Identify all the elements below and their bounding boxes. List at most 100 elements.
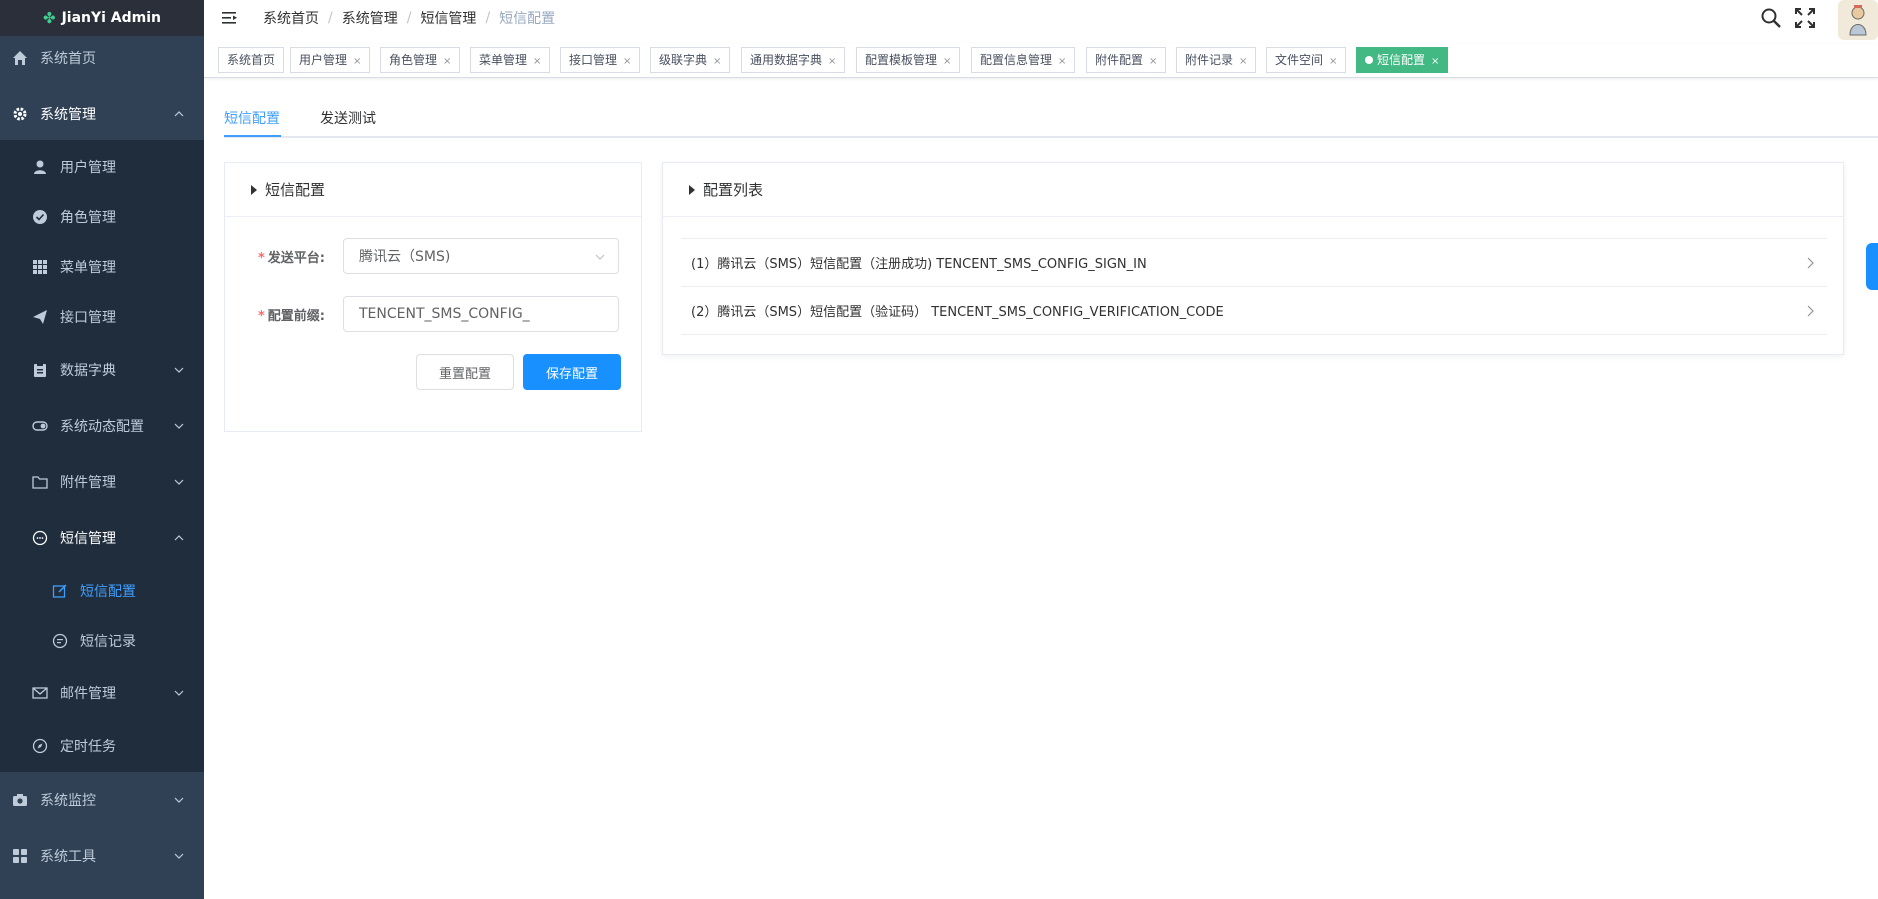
tag-label: 附件记录	[1185, 53, 1234, 67]
tag-config-templates[interactable]: 配置模板管理 ×	[856, 47, 961, 73]
sidebar-item-label: 系统工具	[40, 849, 96, 865]
card-header: 配置列表	[663, 163, 1843, 217]
breadcrumb-item[interactable]: 短信管理	[420, 8, 476, 28]
list-item[interactable]: (2）腾讯云（SMS）短信配置（验证码） TENCENT_SMS_CONFIG_…	[681, 286, 1827, 334]
chevron-down-icon	[174, 690, 184, 696]
toggle-icon	[32, 418, 48, 434]
sidebar-item-system[interactable]: 系统管理	[0, 86, 204, 142]
sidebar-item-label: 邮件管理	[60, 686, 116, 702]
reset-config-button[interactable]: 重置配置	[416, 354, 514, 390]
chevron-down-icon	[174, 479, 184, 485]
tab-send-test[interactable]: 发送测试	[320, 108, 376, 128]
settings-drawer-handle[interactable]	[1866, 243, 1878, 290]
tag-home[interactable]: 系统首页	[218, 47, 285, 73]
folder-icon	[32, 474, 48, 490]
navbar: 系统首页 / 系统管理 / 短信管理 / 短信配置	[204, 0, 1878, 40]
breadcrumb-item[interactable]: 系统管理	[342, 8, 398, 28]
chevron-down-icon	[174, 423, 184, 429]
sidebar-item-roles[interactable]: 角色管理	[0, 192, 204, 242]
sidebar-item-scheduled-tasks[interactable]: 定时任务	[0, 720, 204, 772]
tag-sms-config[interactable]: 短信配置 ×	[1356, 47, 1449, 73]
hamburger-icon[interactable]	[221, 9, 239, 27]
close-icon[interactable]: ×	[353, 56, 361, 67]
sidebar-item-monitoring[interactable]: 系统监控	[0, 772, 204, 828]
compass-icon	[32, 738, 48, 754]
close-icon[interactable]: ×	[623, 56, 631, 67]
avatar[interactable]	[1838, 0, 1878, 40]
sidebar-item-label: 系统管理	[40, 107, 96, 123]
tab-sms-config[interactable]: 短信配置	[224, 108, 280, 128]
platform-select[interactable]: 腾讯云（SMS)	[343, 238, 619, 274]
clover-icon: ✤	[42, 9, 56, 27]
sidebar-item-mail[interactable]: 邮件管理	[0, 666, 204, 720]
user-icon	[32, 159, 48, 175]
tag-label: 用户管理	[299, 53, 348, 67]
tag-attachment-config[interactable]: 附件配置 ×	[1086, 47, 1167, 73]
sidebar-item-tools[interactable]: 系统工具	[0, 828, 204, 884]
tag-apis[interactable]: 接口管理 ×	[560, 47, 641, 73]
sidebar-item-menus[interactable]: 菜单管理	[0, 242, 204, 292]
close-icon[interactable]: ×	[1239, 56, 1247, 67]
tag-label: 短信配置	[1377, 53, 1426, 67]
breadcrumb: 系统首页 / 系统管理 / 短信管理 / 短信配置	[263, 8, 555, 28]
tag-config-info[interactable]: 配置信息管理 ×	[971, 47, 1076, 73]
sidebar-item-dictionary[interactable]: 数据字典	[0, 342, 204, 398]
sidebar-item-sms[interactable]: 短信管理	[0, 510, 204, 566]
sidebar-item-sms-records[interactable]: 短信记录	[0, 616, 204, 666]
list-item[interactable]: (1）腾讯云（SMS）短信配置（注册成功) TENCENT_SMS_CONFIG…	[681, 238, 1827, 286]
caret-right-icon	[689, 184, 695, 195]
sidebar-item-label: 短信管理	[60, 531, 116, 547]
close-icon[interactable]: ×	[1058, 56, 1066, 67]
sidebar-item-label: 系统首页	[40, 51, 96, 67]
fullscreen-icon[interactable]	[1794, 7, 1816, 29]
close-icon[interactable]: ×	[1329, 56, 1337, 67]
chevron-right-icon	[1807, 257, 1814, 269]
tag-file-space[interactable]: 文件空间 ×	[1266, 47, 1347, 73]
sidebar-item-label: 接口管理	[60, 310, 116, 326]
tag-general-dict[interactable]: 通用数据字典 ×	[741, 47, 846, 73]
form-item-prefix: * 配置前缀: TENCENT_SMS_CONFIG_	[225, 296, 619, 332]
avatar-image	[1849, 5, 1867, 36]
tag-label: 文件空间	[1275, 53, 1324, 67]
sidebar-item-home[interactable]: 系统首页	[0, 30, 204, 86]
prefix-input[interactable]: TENCENT_SMS_CONFIG_	[343, 296, 619, 332]
list-item-text: (2）腾讯云（SMS）短信配置（验证码） TENCENT_SMS_CONFIG_…	[691, 305, 1224, 320]
breadcrumb-item[interactable]: 系统首页	[263, 8, 319, 28]
close-icon[interactable]: ×	[443, 56, 451, 67]
sidebar-item-attachments[interactable]: 附件管理	[0, 454, 204, 510]
breadcrumb-current: 短信配置	[499, 11, 556, 27]
edit-icon	[52, 583, 68, 599]
tag-attachment-records[interactable]: 附件记录 ×	[1176, 47, 1257, 73]
sms-config-card: 短信配置 * 发送平台: 腾讯云（SMS) * 配置前缀: TENCENT_SMS_…	[224, 162, 642, 432]
sidebar-item-dynamic-config[interactable]: 系统动态配置	[0, 398, 204, 454]
search-icon[interactable]	[1760, 7, 1782, 29]
close-icon[interactable]: ×	[943, 56, 951, 67]
tag-cascade-dict[interactable]: 级联字典 ×	[650, 47, 731, 73]
sidebar-item-users[interactable]: 用户管理	[0, 142, 204, 192]
close-icon[interactable]: ×	[713, 56, 721, 67]
breadcrumb-separator: /	[328, 10, 333, 26]
required-mark: *	[257, 250, 265, 266]
save-config-button[interactable]: 保存配置	[523, 354, 621, 390]
sidebar-item-sms-config[interactable]: 短信配置	[0, 566, 204, 616]
sidebar-item-label: 短信记录	[80, 634, 136, 650]
tag-users[interactable]: 用户管理 ×	[290, 47, 371, 73]
tag-menus[interactable]: 菜单管理 ×	[470, 47, 551, 73]
close-icon[interactable]: ×	[828, 56, 836, 67]
navbar-actions	[1760, 0, 1878, 40]
close-icon[interactable]: ×	[1431, 56, 1439, 67]
sidebar-item-apis[interactable]: 接口管理	[0, 292, 204, 342]
close-icon[interactable]: ×	[533, 56, 541, 67]
chevron-up-icon	[174, 111, 184, 117]
card-title: 短信配置	[265, 181, 326, 199]
config-list-card: 配置列表 (1）腾讯云（SMS）短信配置（注册成功) TENCENT_SMS_C…	[662, 162, 1844, 355]
close-icon[interactable]: ×	[1149, 56, 1157, 67]
sidebar-item-label: 附件管理	[60, 475, 116, 491]
tag-roles[interactable]: 角色管理 ×	[380, 47, 461, 73]
form-item-platform: * 发送平台: 腾讯云（SMS)	[225, 238, 619, 274]
card-title: 配置列表	[703, 181, 764, 199]
tag-label: 系统首页	[227, 53, 276, 67]
chevron-right-icon	[1807, 305, 1814, 317]
tag-label: 配置信息管理	[980, 53, 1053, 67]
check-circle-icon	[32, 209, 48, 225]
